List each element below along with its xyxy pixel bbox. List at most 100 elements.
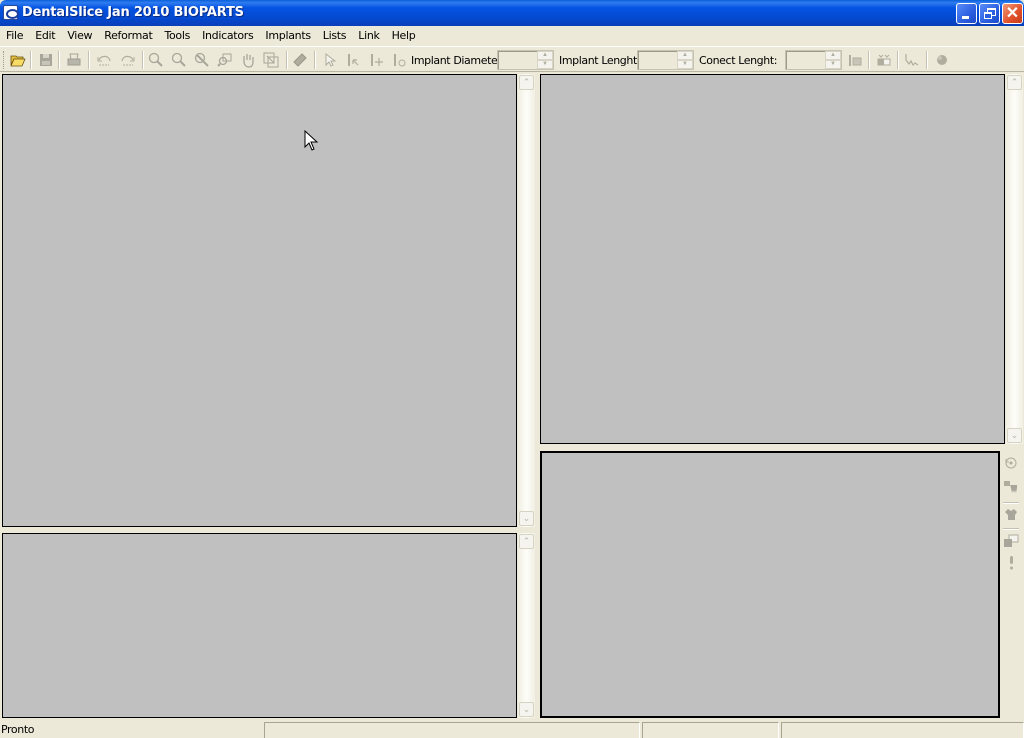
implant-diameter-input[interactable] [498,51,537,69]
toolbar-grip[interactable] [3,51,6,69]
printer-icon [67,53,81,66]
line-select-button[interactable] [343,50,363,70]
line-move-icon [371,54,383,66]
fit-window-button[interactable] [261,50,281,70]
3d-side-toolbar [1000,452,1022,718]
menu-help[interactable]: Help [386,27,422,44]
info-button[interactable] [1002,554,1020,572]
teeth-button[interactable] [1002,478,1020,496]
menu-link[interactable]: Link [352,27,385,44]
implant-view-button[interactable] [874,50,894,70]
redo-icon [121,55,135,66]
spin-down-button[interactable]: ▼ [825,60,841,69]
menu-reformat[interactable]: Reformat [98,27,158,44]
connect-length-input[interactable] [786,51,825,69]
zoom-window-button[interactable] [215,50,235,70]
implant-length-input[interactable] [638,51,677,69]
menu-lists[interactable]: Lists [317,27,352,44]
measure-button[interactable] [290,50,310,70]
title-bar[interactable]: DentalSlice Jan 2010 BIOPARTS ✕ [0,0,1024,26]
minimize-button[interactable] [956,3,977,24]
scroll-up-button[interactable]: ⌃ [1007,75,1022,90]
hand-button[interactable] [1002,505,1020,523]
implant-length-spinner[interactable]: ▲ ▼ [637,50,694,70]
connect-length-label: Conect Lenght: [699,54,778,67]
close-button[interactable]: ✕ [1002,3,1023,24]
scroll-up-button[interactable]: ⌃ [519,534,534,549]
line-select-icon [348,54,359,66]
scroll-down-button[interactable]: ⌄ [519,511,534,526]
fit-window-icon [263,52,279,68]
zoom-out-button[interactable] [169,50,189,70]
implant-length-label: Implant Lenght: [559,54,641,67]
3d-viewport[interactable] [540,451,1000,718]
nerve-trace-button[interactable] [902,50,922,70]
restore-button[interactable] [979,3,1000,24]
menu-indicators[interactable]: Indicators [196,27,259,44]
zoom-window-icon [217,53,232,67]
hand-pan-icon [243,54,254,68]
spin-up-button[interactable]: ▲ [537,51,553,60]
axial-scrollbar[interactable]: ⌃ ⌄ [517,74,535,527]
zoom-in-button[interactable] [146,50,166,70]
axial-viewport[interactable] [2,74,517,527]
teeth-icon [1004,481,1017,493]
tooth-button[interactable] [932,50,952,70]
status-bar: Pronto [0,720,1024,738]
floppy-disk-icon [40,54,52,66]
scroll-down-button[interactable]: ⌄ [1007,428,1022,443]
menu-implants[interactable]: Implants [259,27,316,44]
status-panel [781,722,1024,738]
rotate-icon [1005,457,1017,469]
status-panel [264,722,640,738]
window-title: DentalSlice Jan 2010 BIOPARTS [22,5,244,20]
select-button[interactable] [320,50,340,70]
implant-diameter-spinner[interactable]: ▲ ▼ [497,50,554,70]
spin-down-button[interactable]: ▼ [677,60,693,69]
hand-icon [1005,509,1017,520]
open-button[interactable] [8,50,28,70]
menu-edit[interactable]: Edit [29,27,61,44]
print-button[interactable] [64,50,84,70]
implant-view-icon [877,54,891,66]
cross-section-scrollbar[interactable]: ⌃ ⌄ [1005,74,1023,444]
cross-section-viewport[interactable] [540,74,1005,444]
rotate-button[interactable] [1002,454,1020,472]
status-text: Pronto [1,723,35,736]
line-rotate-icon [394,54,406,67]
zoom-reset-icon [194,52,209,67]
menu-view[interactable]: View [61,27,98,44]
line-move-button[interactable] [366,50,386,70]
connect-length-spinner[interactable]: ▲ ▼ [785,50,842,70]
close-icon: ✕ [1005,5,1020,22]
undo-icon [97,55,111,66]
window-level-icon [1004,534,1019,547]
panoramic-viewport[interactable] [2,533,517,718]
zoom-out-icon [171,52,186,67]
window-level-button[interactable] [1002,532,1020,550]
save-button[interactable] [36,50,56,70]
menu-file[interactable]: File [0,27,29,44]
zoom-in-icon [148,52,163,67]
spin-up-button[interactable]: ▲ [825,51,841,60]
density-button[interactable] [845,50,865,70]
nerve-trace-icon [905,54,919,67]
folder-open-icon [10,55,26,67]
main-toolbar: Implant Diameter: ▲ ▼ Implant Lenght: ▲ … [0,46,1024,72]
spin-down-button[interactable]: ▼ [537,60,553,69]
menu-tools[interactable]: Tools [158,27,196,44]
spin-up-button[interactable]: ▲ [677,51,693,60]
line-rotate-button[interactable] [389,50,409,70]
undo-button[interactable] [94,50,114,70]
status-panel [642,722,779,738]
redo-button[interactable] [118,50,138,70]
pan-button[interactable] [238,50,258,70]
zoom-reset-button[interactable] [192,50,212,70]
app-window: DentalSlice Jan 2010 BIOPARTS ✕ File Edi… [0,0,1024,738]
scroll-up-button[interactable]: ⌃ [519,75,534,90]
minimize-icon [962,16,969,19]
arrow-pointer-icon [325,52,337,67]
panoramic-scrollbar[interactable]: ⌃ ⌄ [517,533,535,718]
app-icon[interactable] [3,5,19,20]
scroll-down-button[interactable]: ⌄ [519,702,534,717]
